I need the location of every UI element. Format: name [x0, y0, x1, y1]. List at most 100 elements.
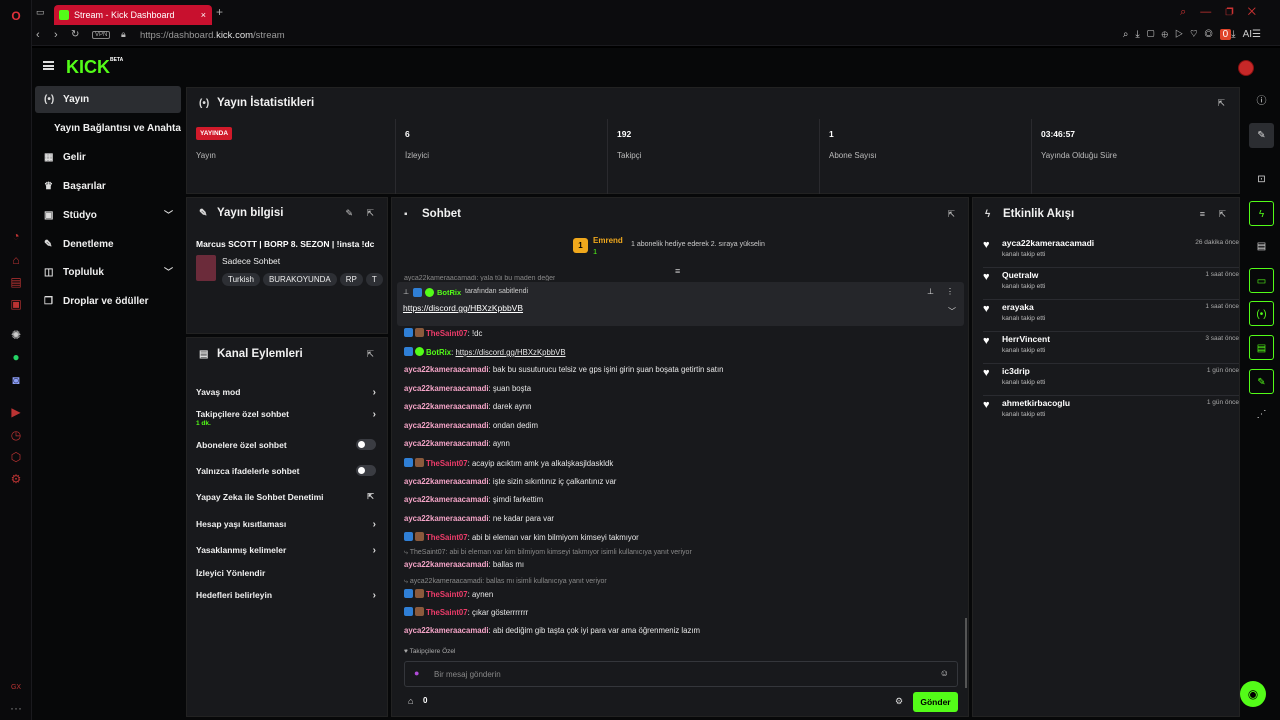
- sidebar-item-stream-key[interactable]: Yayın Bağlantısı ve Anahtarı: [35, 115, 181, 142]
- kick-logo[interactable]: KICKBETA: [66, 57, 123, 78]
- popout-icon[interactable]: ⇱: [366, 208, 374, 219]
- discord-icon[interactable]: ◙: [8, 372, 24, 388]
- settings-icon[interactable]: ⚙: [8, 471, 24, 487]
- pin-icon: ⊥: [403, 289, 410, 296]
- sidebar-item-achievements[interactable]: ♛ Başarılar: [35, 173, 181, 200]
- sidebar-item-community[interactable]: ◫ Topluluk ﹀: [35, 259, 181, 286]
- edit-icon[interactable]: ✎: [1249, 123, 1274, 148]
- chat-message: ayca22kameraacamadi: ondan dedim: [404, 421, 538, 430]
- tag[interactable]: T: [365, 273, 383, 286]
- screenshot-icon[interactable]: ⊡: [1249, 167, 1274, 192]
- menu-icon[interactable]: [43, 61, 54, 70]
- user-avatar[interactable]: [1238, 60, 1254, 76]
- support-button[interactable]: ◉: [1240, 681, 1266, 707]
- bag-icon[interactable]: ⌂: [8, 252, 24, 268]
- edit-icon[interactable]: ✎: [345, 208, 353, 219]
- sidebar-item-stream[interactable]: (•) Yayın: [35, 86, 181, 113]
- emote-only-toggle[interactable]: [356, 465, 376, 476]
- url-field[interactable]: https://dashboard.kick.com/stream: [140, 30, 285, 41]
- popout-icon[interactable]: ⇱: [1217, 98, 1225, 109]
- more-icon[interactable]: ···: [8, 700, 24, 716]
- panel-title: ▪ Sohbet: [404, 208, 461, 220]
- emoji-icon[interactable]: ☺: [940, 668, 949, 678]
- chat-message: ayca22kameraacamadi: bak bu susuturucu t…: [404, 365, 724, 374]
- whatsapp-icon[interactable]: ●: [8, 349, 24, 365]
- sidebar-item-drops[interactable]: ❐ Droplar ve ödüller: [35, 288, 181, 315]
- info-icon[interactable]: ⓘ: [1249, 89, 1274, 114]
- back-icon[interactable]: ‹: [36, 29, 40, 41]
- top-gifter-name[interactable]: Emrend: [593, 236, 623, 245]
- share-icon[interactable]: ⋰: [1249, 402, 1274, 427]
- filter-icon[interactable]: ≡: [675, 266, 680, 276]
- music-icon[interactable]: ▣: [8, 296, 24, 312]
- chat-settings-icon[interactable]: ⚙: [895, 696, 903, 707]
- reload-icon[interactable]: ↻: [71, 29, 79, 40]
- chevron-down-icon[interactable]: ﹀: [948, 306, 956, 317]
- pinned-link[interactable]: https://discord.gg/HBXzKpbbVB: [403, 303, 523, 313]
- mic-icon[interactable]: ●: [414, 668, 419, 678]
- gift-prompt: 1 abonelik hediye ederek 2. sıraya yükse…: [631, 241, 765, 248]
- panel-title: ϟ Etkinlik Akışı: [985, 208, 1075, 220]
- heart-icon: ♥: [983, 303, 990, 315]
- banned-words-row[interactable]: Yasaklanmış kelimeler ›: [196, 545, 376, 556]
- badge-icon: [404, 532, 413, 541]
- store-icon[interactable]: ⌂: [408, 696, 413, 706]
- kick-dashboard: KICKBETA (•) Yayın Yayın Bağlantısı ve An…: [32, 48, 1280, 720]
- followers-only-notice: ♥ Takipçilere Özel: [404, 648, 456, 655]
- notes-icon[interactable]: ▤: [1249, 234, 1274, 259]
- host-row[interactable]: İzleyici Yönlendir: [196, 568, 376, 578]
- actions-icon[interactable]: ▤: [1249, 335, 1274, 360]
- tag[interactable]: Turkish: [222, 273, 260, 286]
- popout-icon[interactable]: ⇱: [366, 349, 374, 360]
- lightning-icon[interactable]: ϟ: [1249, 201, 1274, 226]
- send-button[interactable]: Gönder: [913, 692, 958, 712]
- panel-title: (•) Yayın İstatistikleri: [199, 97, 315, 109]
- aria-icon[interactable]: ◔: [8, 228, 24, 244]
- vpn-badge[interactable]: VPN: [92, 31, 111, 39]
- gx-icon[interactable]: GX: [8, 680, 24, 696]
- subscribers-only-toggle[interactable]: [356, 439, 376, 450]
- tag[interactable]: BURAKOYUNDA: [262, 273, 337, 286]
- close-tab-icon[interactable]: ×: [201, 5, 206, 25]
- sidebar-item-revenue[interactable]: ▦ Gelir: [35, 144, 181, 171]
- badge-icon: [415, 328, 424, 337]
- forward-icon[interactable]: ›: [54, 29, 58, 41]
- extensions-icon[interactable]: ⬡: [8, 449, 24, 465]
- reply-context: ⤷ ayca22kameraacamadi: ballas mı isimli …: [404, 578, 607, 585]
- chatgpt-icon[interactable]: ✺: [8, 327, 24, 343]
- slow-mode-row[interactable]: Yavaş mod ›: [196, 387, 376, 398]
- goals-row[interactable]: Hedefleri belirleyin ›: [196, 590, 376, 601]
- channel-actions-panel: ▤ Kanal Eylemleri ⇱ Yavaş mod › Takipçiler…: [186, 337, 388, 717]
- ai-moderation-row[interactable]: Yapay Zeka ile Sohbet Denetimi ⇱: [196, 492, 376, 502]
- broadcast-icon[interactable]: (•): [1249, 301, 1274, 326]
- filter-icon[interactable]: ≡: [1200, 209, 1205, 219]
- window-controls[interactable]: ⌕—❐✕: [1180, 6, 1270, 19]
- broadcast-icon: (•): [44, 94, 55, 105]
- player-icon[interactable]: ▤: [8, 274, 24, 290]
- history-icon[interactable]: ◷: [8, 427, 24, 443]
- followers-only-row[interactable]: Takipçilere özel sohbet 1 dk. ›: [196, 409, 376, 427]
- tab-workspace-icon[interactable]: ▭: [36, 7, 45, 18]
- popout-icon[interactable]: ⇱: [947, 209, 955, 220]
- more-options-icon[interactable]: ⋮: [946, 287, 954, 296]
- chevron-right-icon: ›: [372, 519, 376, 530]
- chat-scrollbar[interactable]: [965, 618, 967, 688]
- chat-icon[interactable]: ▭: [1249, 268, 1274, 293]
- opera-logo-icon[interactable]: O: [8, 8, 24, 24]
- new-tab-button[interactable]: +: [216, 5, 223, 19]
- popout-icon[interactable]: ⇱: [1218, 209, 1226, 220]
- browser-tools[interactable]: ⌕⤓▢⊕▷♡◎ 0 ⤓AI☰: [1123, 29, 1268, 40]
- wrench-icon[interactable]: ✎: [1249, 369, 1274, 394]
- stream-info-panel: ✎ Yayın bilgisi ✎ ⇱ Marcus SCOTT | BORP 8…: [186, 197, 388, 334]
- tab-kick-dashboard[interactable]: Stream - Kick Dashboard ×: [54, 5, 212, 25]
- sidebar-item-studio[interactable]: ▣ Stüdyo ﹀: [35, 202, 181, 229]
- account-age-row[interactable]: Hesap yaşı kısıtlaması ›: [196, 519, 376, 530]
- tag[interactable]: RP: [339, 273, 363, 286]
- play-icon[interactable]: ▶: [8, 404, 24, 420]
- unpin-icon[interactable]: ⊥: [927, 287, 934, 296]
- wrench-icon: ✎: [44, 239, 53, 250]
- category-name: Sadece Sohbet: [222, 256, 281, 266]
- chat-input[interactable]: ● Bir mesaj gönderin ☺: [404, 661, 958, 687]
- chat-placeholder: Bir mesaj gönderin: [434, 670, 501, 679]
- sidebar-item-moderation[interactable]: ✎ Denetleme: [35, 231, 181, 258]
